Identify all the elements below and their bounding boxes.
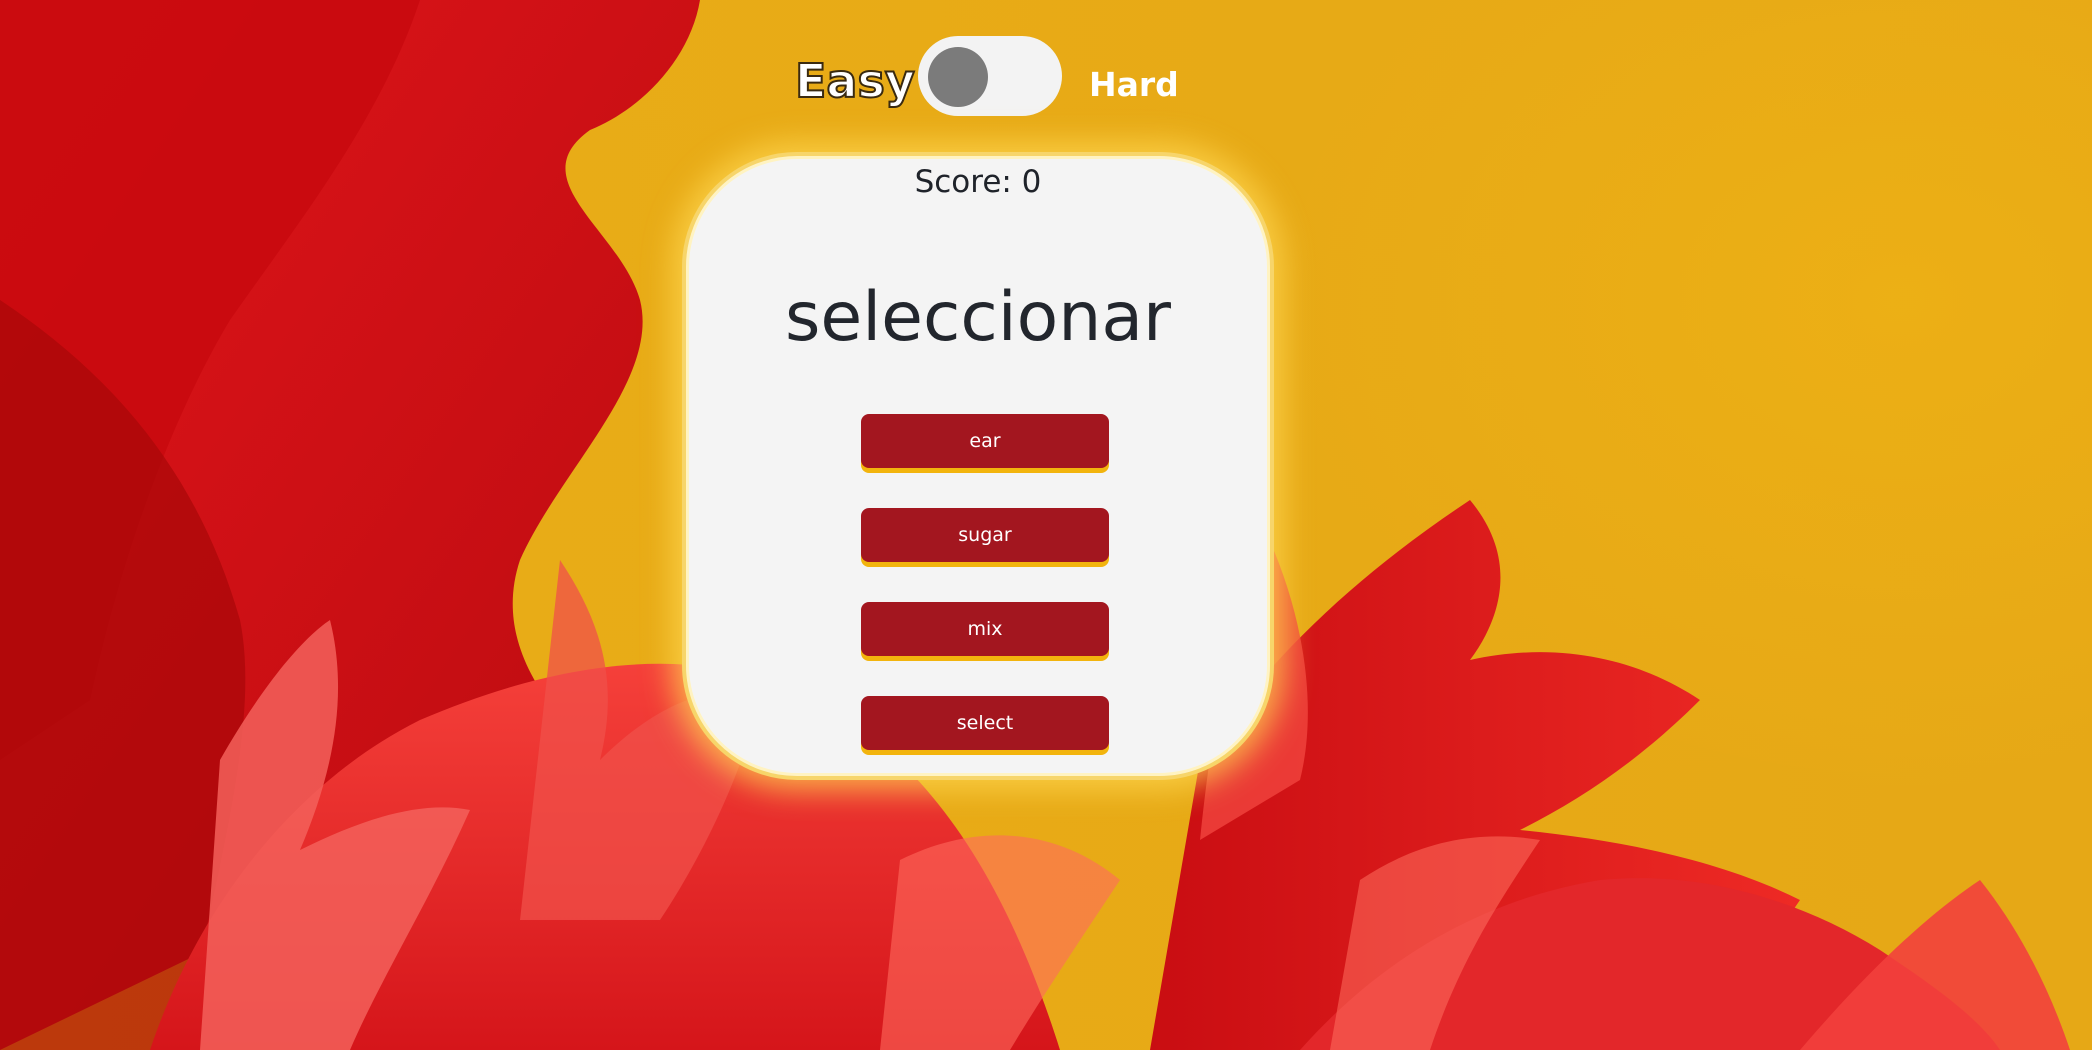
answer-button[interactable]: sugar — [861, 508, 1109, 562]
difficulty-toggle-row: Easy Hard — [0, 34, 2092, 116]
score-label: Score: 0 — [914, 164, 1042, 200]
question-word: seleccionar — [785, 278, 1171, 357]
difficulty-switch[interactable] — [918, 36, 1062, 116]
hard-label: Hard — [1089, 65, 1179, 104]
quiz-card: Score: 0 seleccionar ear sugar mix selec… — [682, 152, 1274, 780]
answer-button[interactable]: mix — [861, 602, 1109, 656]
switch-knob — [928, 47, 988, 107]
easy-label: Easy — [794, 54, 916, 108]
answer-button[interactable]: ear — [861, 414, 1109, 468]
answer-button[interactable]: select — [861, 696, 1109, 750]
